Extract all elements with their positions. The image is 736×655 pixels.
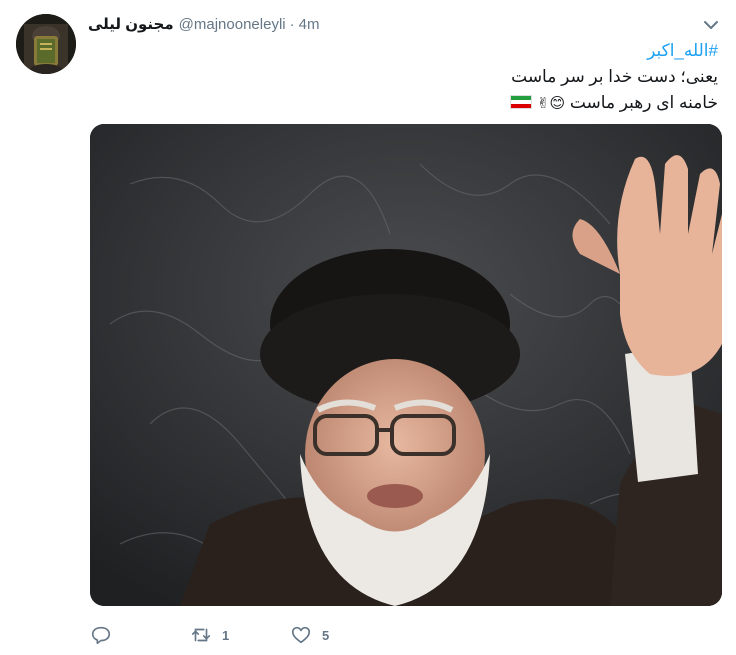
tweet: مجنون لیلی @majnooneleyli · 4m #الله_اکب…	[0, 0, 736, 655]
reply-button[interactable]	[90, 624, 122, 646]
timestamp[interactable]: 4m	[299, 16, 320, 33]
like-count: 5	[322, 627, 330, 643]
tweet-header: مجنون لیلی @majnooneleyli · 4m	[88, 14, 319, 34]
tweet-line-1: یعنی؛ دست خدا بر سر ماست	[511, 67, 718, 86]
retweet-icon	[191, 628, 211, 642]
heart-icon	[291, 626, 311, 644]
retweet-count: 1	[222, 627, 230, 643]
tweet-line-2: خامنه ای رهبر ماست	[569, 93, 718, 112]
tweet-photo[interactable]	[90, 124, 722, 606]
separator-dot: ·	[289, 15, 295, 33]
chevron-down-icon[interactable]	[702, 16, 720, 34]
like-button[interactable]: 5	[290, 624, 329, 646]
iran-flag-icon	[510, 95, 533, 109]
display-name[interactable]: مجنون لیلی	[88, 15, 174, 33]
user-handle[interactable]: @majnooneleyli	[179, 16, 286, 33]
tweet-line-2-row: خامنه ای رهبر ماست 😊✌	[158, 90, 718, 116]
avatar-image	[16, 14, 76, 74]
tweet-text: #الله_اکبر یعنی؛ دست خدا بر سر ماست خامن…	[158, 38, 718, 116]
hashtag-link[interactable]: #الله_اکبر	[647, 41, 718, 60]
avatar[interactable]	[16, 14, 76, 74]
reply-icon	[91, 626, 111, 645]
retweet-button[interactable]: 1	[190, 624, 229, 646]
emoji-smile-victory: 😊✌	[536, 94, 566, 112]
photo-image	[90, 124, 722, 606]
